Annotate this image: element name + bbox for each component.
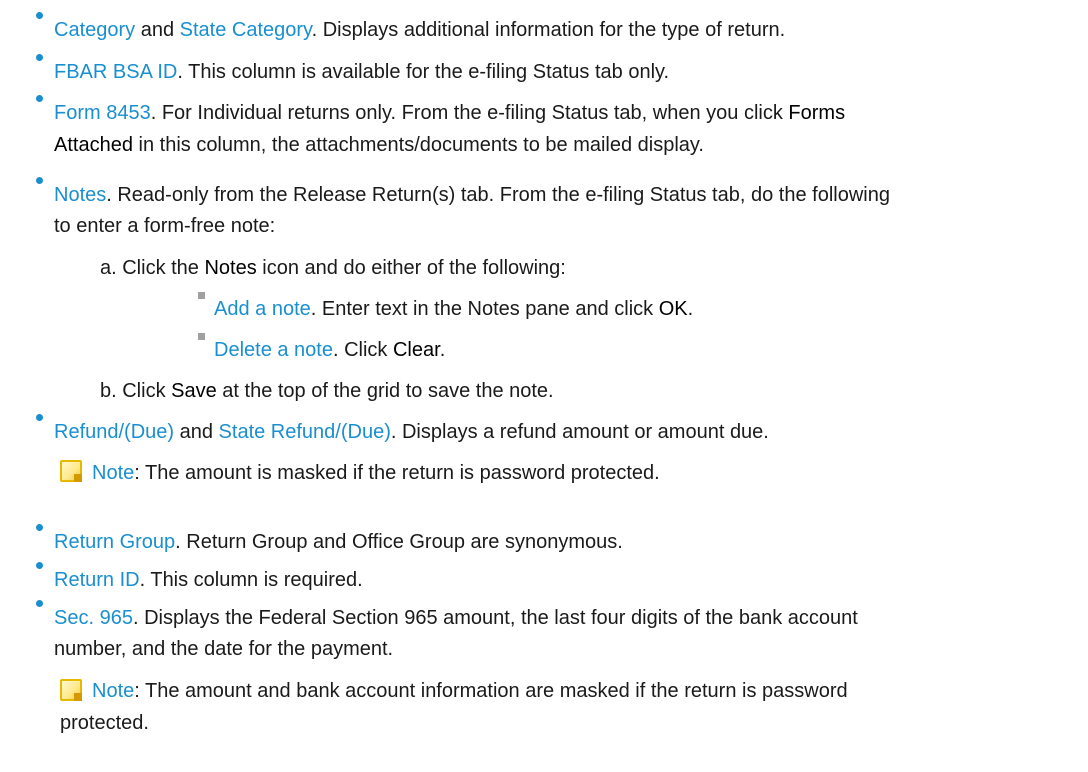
square-bullet-icon	[198, 292, 205, 299]
bullet-icon	[36, 12, 43, 19]
term-link[interactable]: Add a note	[214, 298, 311, 320]
sub-step-b: b. Click Save at the top of the grid to …	[100, 380, 554, 402]
term-link[interactable]: Return ID	[54, 569, 140, 591]
bullet-icon	[36, 562, 43, 569]
bullet-icon	[36, 414, 43, 421]
term-link[interactable]: FBAR BSA ID	[54, 61, 177, 83]
bullet-icon	[36, 95, 43, 102]
list-item-continuation: Attached in this column, the attachments…	[54, 134, 704, 156]
list-item-continuation: number, and the date for the payment.	[54, 638, 394, 660]
square-bullet-icon	[198, 333, 205, 340]
note-label: Note	[92, 680, 135, 702]
list-item: Refund/(Due) and State Refund/(Due). Dis…	[54, 421, 769, 443]
note-continuation: protected.	[60, 712, 149, 734]
term-link[interactable]: Notes	[54, 184, 106, 206]
term-link[interactable]: Form 8453	[54, 102, 151, 124]
list-item: FBAR BSA ID. This column is available fo…	[54, 61, 670, 83]
bullet-icon	[36, 600, 43, 607]
term-link[interactable]: Category	[54, 19, 135, 41]
list-item: Category and State Category. Displays ad…	[54, 19, 786, 41]
note: Note: The amount is masked if the return…	[92, 462, 660, 484]
bullet-icon	[36, 177, 43, 184]
list-item: Return Group. Return Group and Office Gr…	[54, 531, 623, 553]
term-link[interactable]: State Category	[180, 19, 312, 41]
note-icon	[60, 679, 82, 701]
sub-list-item: Add a note. Enter text in the Notes pane…	[214, 298, 694, 320]
bullet-icon	[36, 524, 43, 531]
list-item: Return ID. This column is required.	[54, 569, 363, 591]
sub-list-item: Delete a note. Click Clear.	[214, 339, 446, 361]
term-link[interactable]: Refund/(Due)	[54, 421, 174, 443]
term-link[interactable]: Delete a note	[214, 339, 333, 361]
term-link[interactable]: Sec. 965	[54, 607, 133, 629]
list-item: Sec. 965. Displays the Federal Section 9…	[54, 607, 858, 629]
bullet-icon	[36, 54, 43, 61]
term-link[interactable]: State Refund/(Due)	[219, 421, 391, 443]
note-icon	[60, 460, 82, 482]
note-label: Note	[92, 462, 135, 484]
list-item: Form 8453. For Individual returns only. …	[54, 102, 846, 124]
term-link[interactable]: Return Group	[54, 531, 175, 553]
list-item-continuation: to enter a form-free note:	[54, 215, 276, 237]
help-document: Category and State Category. Displays ad…	[0, 0, 1088, 772]
sub-step-a: a. Click the Notes icon and do either of…	[100, 257, 566, 279]
note: Note: The amount and bank account inform…	[92, 680, 848, 702]
list-item: Notes. Read-only from the Release Return…	[54, 184, 890, 206]
